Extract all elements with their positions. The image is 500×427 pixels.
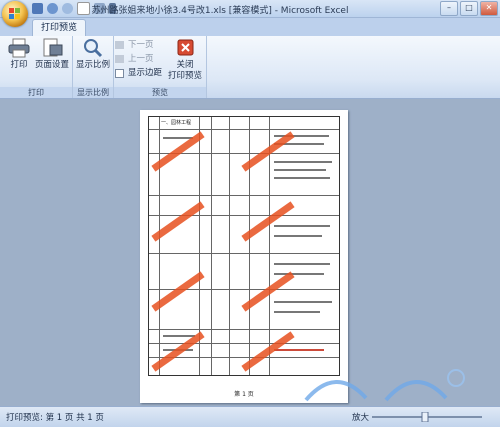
show-margins-checkbox[interactable]: 显示边距	[114, 67, 162, 79]
site-watermark-logo	[304, 369, 465, 402]
printer-icon	[8, 38, 30, 58]
tab-print-preview[interactable]: 打印预览	[32, 19, 87, 37]
watermark-band	[241, 201, 295, 242]
window-title: 苏州路张姐来地小徐3.4号改1.xls [兼容模式] - Microsoft E…	[91, 6, 349, 16]
watermark-band	[241, 131, 295, 172]
print-button[interactable]: 打印	[6, 38, 32, 71]
maximize-button[interactable]: □	[460, 1, 478, 16]
minimize-button[interactable]: –	[440, 1, 458, 16]
title-bar: 苏州路张姐来地小徐3.4号改1.xls [兼容模式] - Microsoft E…	[0, 0, 500, 18]
ribbon-tab-row: 打印预览	[0, 18, 500, 37]
page-setup-icon	[41, 38, 63, 58]
zoom-icon	[82, 38, 104, 58]
status-page-info: 打印预览: 第 1 页 共 1 页	[6, 413, 104, 423]
zoom-slider[interactable]	[372, 412, 490, 422]
watermark-band	[151, 271, 205, 312]
checkbox-icon	[115, 69, 124, 78]
group-zoom: 显示比例 显示比例	[73, 36, 114, 98]
ribbon: 打印 页面设置 打印 显示比例 显示比例 下一页 上一页 显示边距 关闭 打印预…	[0, 36, 500, 99]
next-page-icon	[115, 41, 124, 49]
page-setup-button[interactable]: 页面设置	[33, 38, 71, 71]
group-label-zoom: 显示比例	[73, 87, 113, 98]
office-button[interactable]	[2, 1, 28, 27]
zoom-in-label[interactable]: 放大	[352, 411, 369, 423]
prev-page-button[interactable]: 上一页	[114, 53, 154, 65]
prev-page-icon	[115, 55, 124, 63]
close-button[interactable]: ✕	[480, 1, 498, 16]
group-label-preview: 预览	[114, 87, 206, 98]
zoom-button[interactable]: 显示比例	[74, 38, 112, 71]
close-preview-icon	[174, 38, 196, 58]
watermark-stamps	[146, 118, 340, 372]
group-label-print: 打印	[0, 87, 72, 98]
watermark-band	[151, 331, 205, 372]
office-logo-icon	[9, 8, 21, 20]
next-page-button[interactable]: 下一页	[114, 39, 154, 51]
watermark-band	[151, 131, 205, 172]
group-print: 打印 页面设置 打印	[0, 36, 73, 98]
close-preview-button[interactable]: 关闭 打印预览	[166, 38, 204, 82]
watermark-band	[241, 271, 295, 312]
watermark-band	[151, 201, 205, 242]
watermark-band	[241, 331, 295, 372]
status-bar: 打印预览: 第 1 页 共 1 页 放大	[0, 406, 500, 427]
group-preview: 下一页 上一页 显示边距 关闭 打印预览 预览	[114, 36, 207, 98]
